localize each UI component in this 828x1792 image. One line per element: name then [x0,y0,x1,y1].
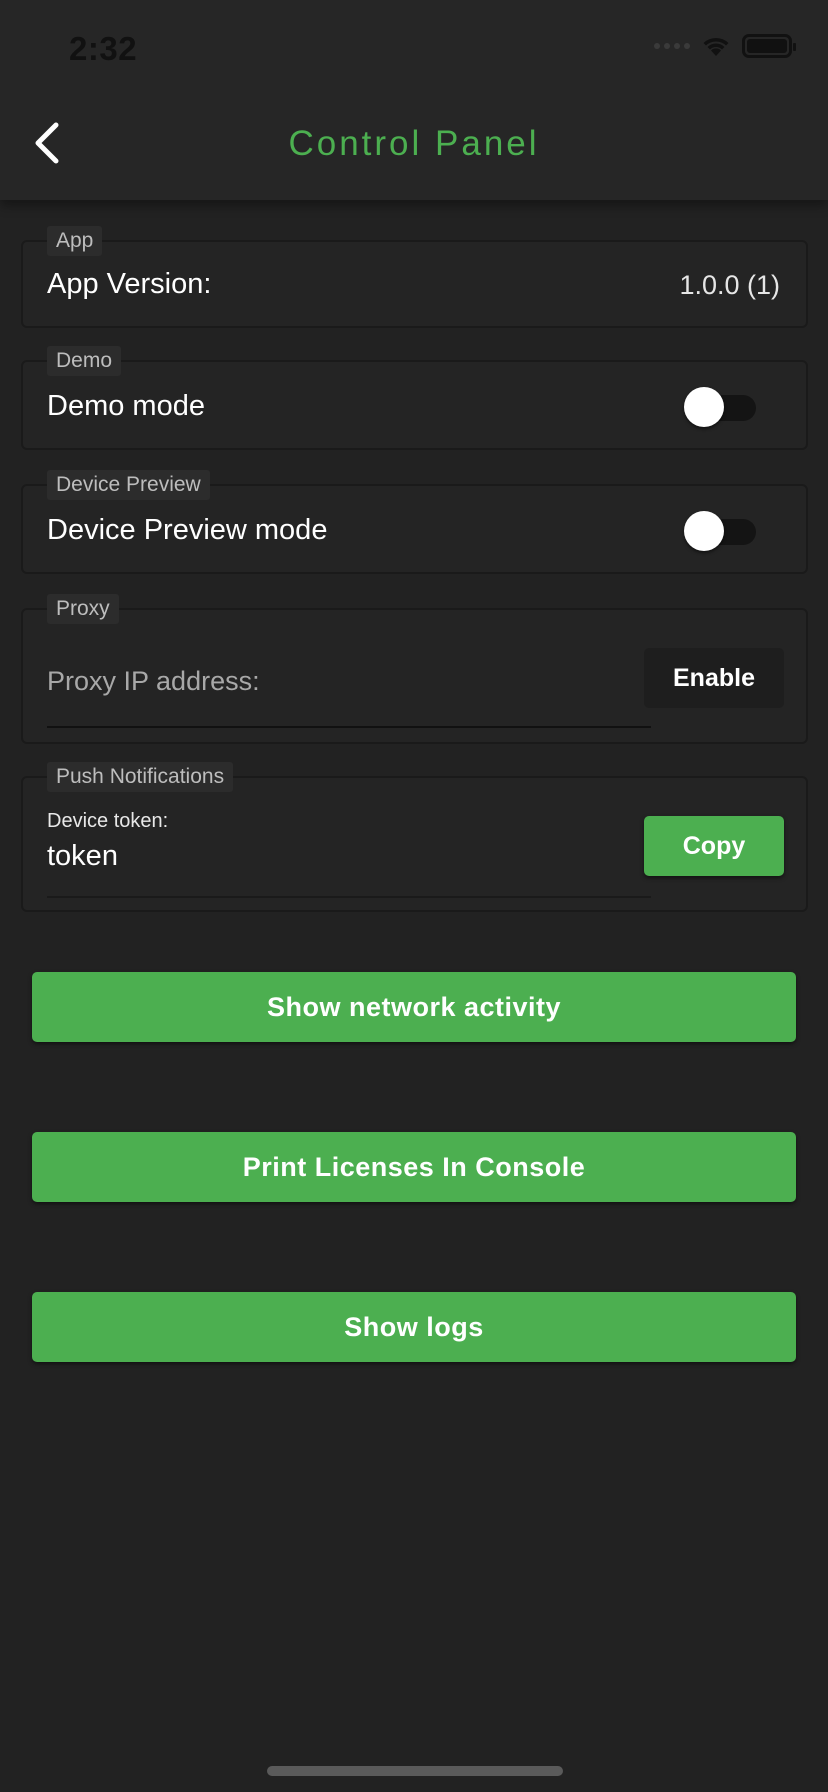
app-version-value: 1.0.0 (1) [679,270,780,300]
push-notifications-section: Push Notifications Device token: token C… [21,762,808,912]
status-time: 2:32 [69,30,138,67]
demo-mode-toggle[interactable] [684,387,758,427]
section-label-proxy: Proxy [47,594,119,624]
proxy-ip-input[interactable]: Proxy IP address: [47,642,651,728]
battery-icon [742,34,796,58]
show-network-activity-button[interactable]: Show network activity [32,972,796,1042]
copy-token-button[interactable]: Copy [644,816,784,876]
print-licenses-button[interactable]: Print Licenses In Console [32,1132,796,1202]
device-token-label: Device token: [47,810,169,832]
demo-section: Demo Demo mode [21,346,808,450]
proxy-enable-button[interactable]: Enable [644,648,784,708]
proxy-section: Proxy Proxy IP address: Enable [21,594,808,744]
page-title: Control Panel [288,124,540,163]
device-token-value: token [47,840,118,872]
section-label-app: App [47,226,103,256]
device-preview-section: Device Preview Device Preview mode [21,470,808,574]
show-logs-button[interactable]: Show logs [32,1292,796,1362]
home-indicator[interactable] [267,1766,563,1776]
app-version-label: App Version: [47,268,212,300]
demo-mode-label: Demo mode [47,390,205,422]
section-label-device-preview: Device Preview [47,470,210,500]
device-token-field[interactable]: Device token: token [47,810,651,898]
control-panel-screen: 2:32 Control Panel App App Version: 1.0.… [0,0,828,1792]
app-section: App App Version: 1.0.0 (1) [21,226,808,328]
wifi-icon [703,37,729,56]
section-label-push-notifications: Push Notifications [47,762,234,792]
app-bar: 2:32 Control Panel [0,0,828,200]
cellular-signal-icon [654,43,690,49]
device-preview-mode-label: Device Preview mode [47,514,328,546]
device-preview-mode-toggle[interactable] [684,511,758,551]
status-icons [654,34,796,58]
section-label-demo: Demo [47,346,122,376]
proxy-ip-placeholder: Proxy IP address: [47,666,260,696]
